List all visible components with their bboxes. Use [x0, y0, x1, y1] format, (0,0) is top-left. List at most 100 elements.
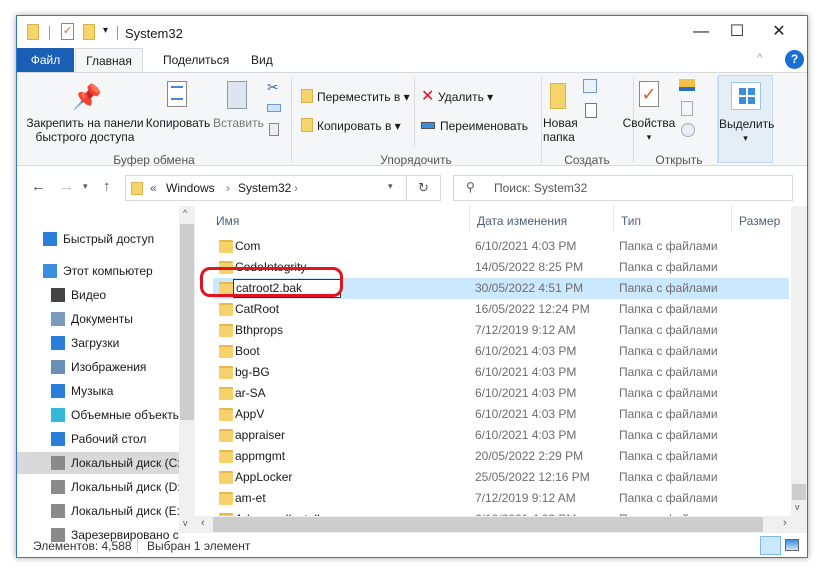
recent-locations-icon[interactable]: ▾ — [83, 181, 88, 192]
tab-home[interactable]: Главная — [75, 48, 143, 72]
copy-to-button[interactable]: Копировать в ▾ — [317, 119, 401, 133]
tab-share[interactable]: Поделиться — [149, 48, 243, 72]
move-to-button[interactable]: Переместить в ▾ — [317, 90, 410, 104]
file-row[interactable]: Bthprops 7/12/2019 9:12 AM Папка с файлами — [213, 320, 789, 341]
rename-button[interactable]: Переименовать — [440, 119, 528, 133]
file-row[interactable]: am-et 7/12/2019 9:12 AM Папка с файлами — [213, 488, 789, 509]
new-item-icon[interactable] — [583, 79, 597, 93]
list-scroll-thumb[interactable] — [792, 484, 806, 500]
collapse-ribbon-icon[interactable]: ^ — [757, 52, 762, 64]
file-type: Папка с файлами — [619, 491, 718, 505]
edit-icon[interactable] — [681, 101, 693, 116]
properties-button[interactable]: Свойства ▾ — [621, 116, 677, 144]
folder-icon — [219, 240, 233, 253]
file-date: 16/05/2022 12:24 PM — [475, 302, 590, 316]
pin-quick-access-button[interactable]: Закрепить на панели быстрого доступа — [23, 116, 147, 144]
file-row[interactable]: appmgmt 20/05/2022 2:29 PM Папка с файлами — [213, 446, 789, 467]
file-row[interactable]: AppLocker 25/05/2022 12:16 PM Папка с файл… — [213, 467, 789, 488]
cut-icon[interactable]: ✂ — [267, 79, 279, 96]
nav-item[interactable]: Объемные объекты — [17, 404, 179, 426]
open-icon[interactable] — [679, 79, 695, 91]
new-folder-button[interactable]: Новая папка — [537, 116, 585, 144]
list-horizontal-scrollbar[interactable]: ‹ › — [195, 516, 807, 533]
new-folder-quick-icon[interactable] — [83, 24, 95, 40]
file-row[interactable]: ar-SA 6/10/2021 4:03 PM Папка с файлами — [213, 383, 789, 404]
tab-file[interactable]: Файл — [17, 48, 74, 72]
explorer-window: ✓ ▾ System32 — ☐ ✕ Файл Главная Поделить… — [16, 15, 808, 558]
column-header-date[interactable]: Дата изменения — [477, 211, 567, 231]
nav-item[interactable]: Загрузки — [17, 332, 179, 354]
copy-to-icon — [301, 118, 313, 132]
file-row[interactable]: AppV 6/10/2021 4:03 PM Папка с файлами — [213, 404, 789, 425]
divider[interactable] — [469, 206, 470, 232]
scroll-left-icon[interactable]: ‹ — [201, 517, 205, 529]
file-name: am-et — [235, 491, 266, 505]
nav-scroll-thumb[interactable] — [180, 224, 194, 420]
file-row[interactable]: Boot 6/10/2021 4:03 PM Папка с файлами — [213, 341, 789, 362]
scroll-right-icon[interactable]: › — [783, 517, 787, 529]
copy-button[interactable]: Копировать — [145, 116, 211, 130]
paste-shortcut-icon[interactable] — [269, 123, 279, 136]
nav-item[interactable]: Изображения — [17, 356, 179, 378]
divider[interactable] — [731, 206, 732, 232]
rename-icon — [421, 122, 435, 129]
file-row[interactable]: bg-BG 6/10/2021 4:03 PM Папка с файлами — [213, 362, 789, 383]
copy-to-label: Копировать в — [317, 119, 392, 133]
new-folder-label-1: Новая — [543, 116, 578, 130]
minimize-button[interactable]: — — [683, 20, 719, 44]
move-to-label: Переместить в — [317, 90, 401, 104]
copy-path-icon[interactable] — [267, 104, 281, 112]
breadcrumb-system32[interactable]: System32 — [238, 181, 291, 195]
file-row[interactable]: Com 6/10/2021 4:03 PM Папка с файлами — [213, 236, 789, 257]
easy-access-icon[interactable] — [585, 103, 597, 118]
scroll-up-icon[interactable]: ^ — [183, 208, 187, 218]
scroll-down-icon[interactable]: v — [183, 518, 188, 528]
back-button[interactable]: ← — [31, 178, 46, 195]
nav-item[interactable]: Локальный диск (E:) — [17, 500, 179, 522]
help-icon[interactable]: ? — [785, 50, 804, 69]
delete-icon: ✕ — [421, 88, 435, 105]
column-header-type[interactable]: Тип — [621, 211, 641, 231]
nav-item[interactable]: Быстрый доступ — [17, 228, 179, 250]
properties-quick-icon[interactable]: ✓ — [61, 23, 74, 40]
nav-item[interactable]: Рабочий стол — [17, 428, 179, 450]
close-button[interactable]: ✕ — [761, 20, 797, 44]
horizontal-scroll-thumb[interactable] — [213, 517, 763, 532]
column-header-size[interactable]: Размер — [739, 211, 780, 231]
file-name: AppV — [235, 407, 265, 421]
refresh-icon[interactable]: ↻ — [418, 180, 429, 196]
nav-item[interactable]: Видео — [17, 284, 179, 306]
nav-item[interactable]: Этот компьютер — [17, 260, 179, 282]
nav-scrollbar[interactable]: ^ v — [179, 206, 195, 533]
customize-quick-access-icon[interactable]: ▾ — [103, 25, 108, 36]
file-name: appraiser — [235, 428, 286, 442]
file-row[interactable]: CatRoot 16/05/2022 12:24 PM Папка с файлам… — [213, 299, 789, 320]
large-icons-view-button[interactable] — [785, 539, 799, 551]
file-name: Boot — [235, 344, 260, 358]
maximize-button[interactable]: ☐ — [719, 20, 755, 44]
scroll-down-icon[interactable]: v — [795, 502, 800, 512]
nav-item[interactable]: Документы — [17, 308, 179, 330]
address-bar[interactable]: « Windows › System32 › ▾ ↻ — [125, 175, 441, 201]
divider[interactable] — [613, 206, 614, 232]
computer-icon — [43, 264, 57, 278]
list-vertical-scrollbar[interactable]: v — [791, 206, 807, 516]
search-input[interactable]: ⚲ Поиск: System32 — [453, 175, 793, 201]
address-dropdown-icon[interactable]: ▾ — [388, 181, 393, 192]
details-view-button[interactable] — [760, 536, 781, 555]
item-count: Элементов: 4,588 — [33, 539, 132, 553]
select-button[interactable]: Выделить ▾ — [718, 75, 774, 163]
file-row[interactable]: appraiser 6/10/2021 4:03 PM Папка с файлам… — [213, 425, 789, 446]
forward-button[interactable]: → — [59, 178, 74, 195]
nav-item[interactable]: Локальный диск (C:) — [17, 452, 179, 474]
delete-button[interactable]: Удалить ▾ — [438, 90, 493, 104]
history-icon[interactable] — [681, 123, 695, 137]
paste-button[interactable]: Вставить — [213, 116, 264, 130]
column-header-name[interactable]: Имя — [216, 211, 239, 231]
up-button[interactable]: ↑ — [103, 178, 111, 195]
tab-view[interactable]: Вид — [237, 48, 287, 72]
breadcrumb-overflow[interactable]: « — [150, 181, 157, 195]
nav-item[interactable]: Музыка — [17, 380, 179, 402]
nav-item[interactable]: Локальный диск (D:) — [17, 476, 179, 498]
breadcrumb-windows[interactable]: Windows — [166, 181, 215, 195]
